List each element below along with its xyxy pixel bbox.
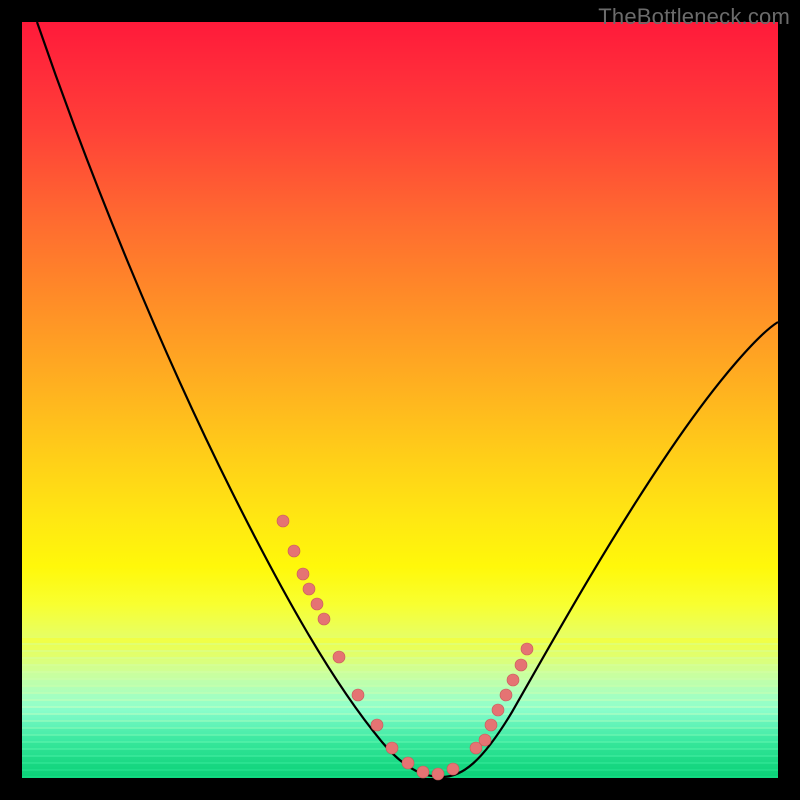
bottleneck-curve-svg (22, 22, 778, 778)
watermark-text: TheBottleneck.com (598, 4, 790, 30)
bottleneck-curve (37, 22, 778, 777)
chart-plot-area (22, 22, 778, 778)
